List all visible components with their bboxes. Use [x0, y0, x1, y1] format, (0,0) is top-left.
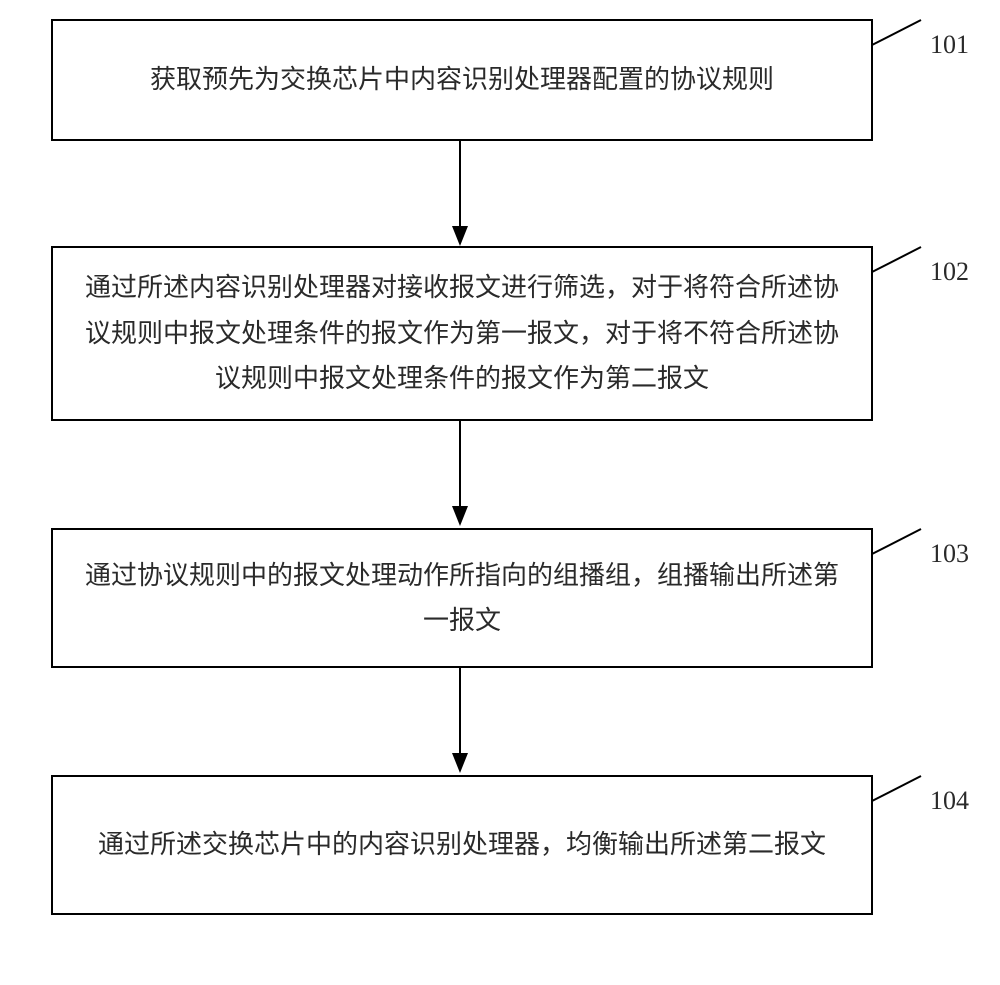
step-101-text: 获取预先为交换芯片中内容识别处理器配置的协议规则 — [150, 57, 774, 103]
arrow-101-to-102 — [450, 141, 470, 246]
step-104-text: 通过所述交换芯片中的内容识别处理器，均衡输出所述第二报文 — [98, 822, 826, 868]
flowchart-step-103: 通过协议规则中的报文处理动作所指向的组播组，组播输出所述第一报文 — [51, 528, 873, 668]
step-104-number: 104 — [930, 786, 969, 816]
step-103-number: 103 — [930, 539, 969, 569]
step-103-leader — [872, 528, 922, 555]
step-103-text: 通过协议规则中的报文处理动作所指向的组播组，组播输出所述第一报文 — [83, 553, 841, 644]
step-101-leader — [872, 19, 922, 46]
step-101-number: 101 — [930, 30, 969, 60]
step-104-leader — [872, 775, 922, 802]
arrow-103-to-104 — [450, 668, 470, 773]
arrow-102-to-103 — [450, 421, 470, 526]
flowchart-canvas: 获取预先为交换芯片中内容识别处理器配置的协议规则 101 通过所述内容识别处理器… — [0, 0, 1000, 985]
flowchart-step-101: 获取预先为交换芯片中内容识别处理器配置的协议规则 — [51, 19, 873, 141]
step-102-number: 102 — [930, 257, 969, 287]
step-102-text: 通过所述内容识别处理器对接收报文进行筛选，对于将符合所述协议规则中报文处理条件的… — [83, 265, 841, 402]
step-102-leader — [872, 246, 922, 273]
flowchart-step-104: 通过所述交换芯片中的内容识别处理器，均衡输出所述第二报文 — [51, 775, 873, 915]
flowchart-step-102: 通过所述内容识别处理器对接收报文进行筛选，对于将符合所述协议规则中报文处理条件的… — [51, 246, 873, 421]
